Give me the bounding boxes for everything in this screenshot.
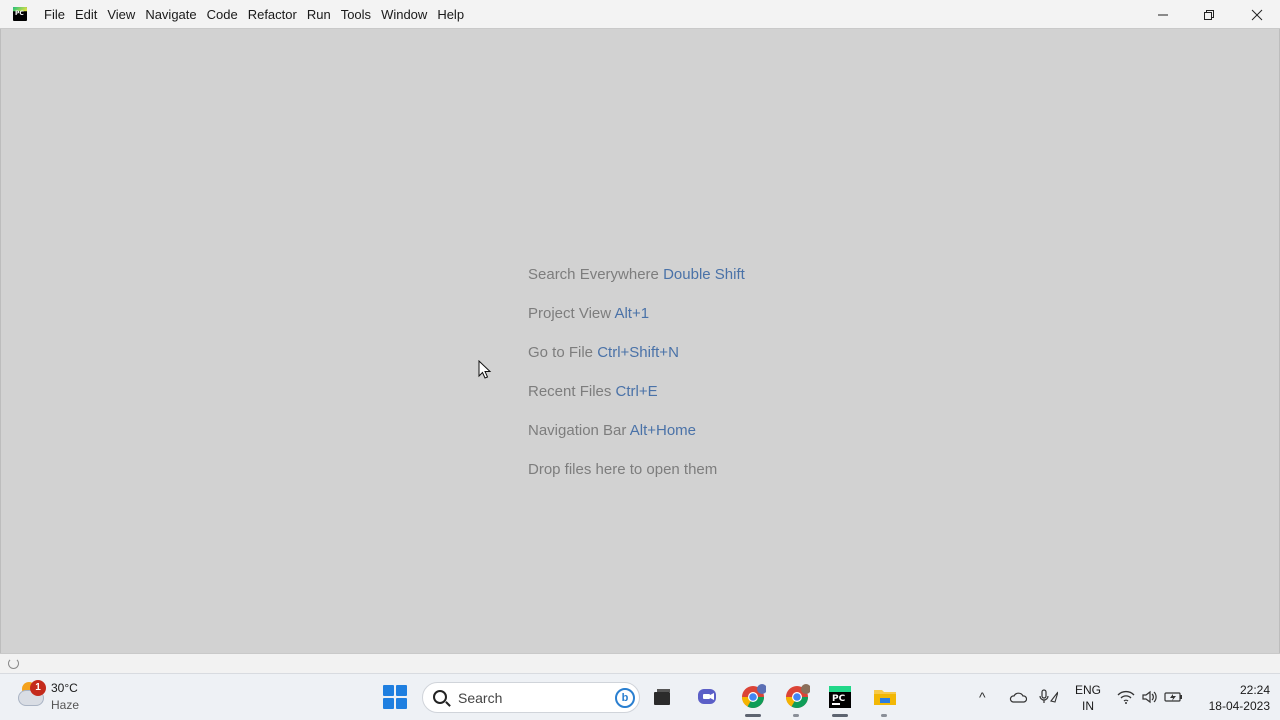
bing-icon[interactable]: b [615,688,635,708]
hint-shortcut: Double Shift [663,266,745,283]
restore-button[interactable] [1186,0,1232,29]
hint-drop-files: Drop files here to open them [528,460,745,499]
menu-tools[interactable]: Tools [336,0,376,29]
menu-run[interactable]: Run [302,0,336,29]
hint-go-to-file: Go to File Ctrl+Shift+N [528,343,745,382]
menu-edit[interactable]: Edit [70,0,102,29]
search-icon [433,690,447,704]
mouse-cursor-icon [478,360,492,379]
hint-label: Drop files here to open them [528,461,718,478]
clock-date: 18-04-2023 [1208,699,1270,713]
chrome-icon [742,684,766,708]
hint-navigation-bar: Navigation Bar Alt+Home [528,421,745,460]
hint-shortcut: Alt+1 [614,305,650,322]
menu-window[interactable]: Window [376,0,432,29]
notification-badge: 1 [30,680,46,696]
folder-app[interactable] [870,682,900,712]
language-indicator[interactable]: ENG IN [1070,682,1106,714]
menu-file[interactable]: File [39,0,70,29]
hint-shortcut: Alt+Home [629,422,697,439]
file-manager-app[interactable] [647,682,677,712]
loading-spinner-icon [8,658,19,669]
taskbar-search[interactable]: Search b [422,682,640,713]
hint-label: Recent Files [528,383,612,400]
battery-icon[interactable] [1164,687,1184,707]
pycharm-logo-icon[interactable] [13,7,27,21]
active-app-indicator [832,714,848,717]
start-button[interactable] [383,685,407,709]
start-icon [396,698,407,709]
start-icon [383,698,394,709]
search-placeholder: Search [458,690,503,706]
hint-label: Search Everywhere [528,266,659,283]
system-clock[interactable]: 22:24 18-04-2023 [1190,682,1270,714]
open-app-indicator [881,714,887,717]
menu-navigate[interactable]: Navigate [140,0,201,29]
teams-app[interactable] [693,682,723,712]
hint-search-everywhere: Search Everywhere Double Shift [528,265,745,304]
menu-help[interactable]: Help [432,0,469,29]
active-app-indicator [745,714,761,717]
hint-label: Navigation Bar [528,422,627,439]
hint-recent-files: Recent Files Ctrl+E [528,382,745,421]
welcome-hints: Search Everywhere Double Shift Project V… [528,265,745,499]
hint-shortcut: Ctrl+E [615,383,658,400]
file-explorer-icon [654,689,670,705]
status-bar [0,653,1280,673]
weather-temperature: 30°C [51,681,78,695]
pycharm-app[interactable]: PC [825,682,855,712]
hint-label: Go to File [528,344,594,361]
teams-icon [698,689,716,704]
minimize-button[interactable] [1140,0,1186,29]
weather-widget[interactable]: 1 30°C Haze [16,680,116,716]
menu-view[interactable]: View [102,0,140,29]
chrome-app[interactable] [738,682,768,712]
hint-shortcut: Ctrl+Shift+N [597,344,679,361]
editor-empty-area[interactable]: Search Everywhere Double Shift Project V… [0,29,1280,653]
chrome-profile-icon [786,684,810,708]
language-code: ENG [1074,683,1101,697]
start-icon [396,685,407,696]
hint-label: Project View [528,305,612,322]
chrome-profile-app[interactable] [782,682,812,712]
microphone-location-icon[interactable] [1038,687,1058,707]
hint-project-view: Project View Alt+1 [528,304,745,343]
menu-code[interactable]: Code [202,0,243,29]
close-icon [1251,9,1263,20]
start-icon [383,685,394,696]
open-app-indicator [793,714,799,717]
title-bar: File Edit View Navigate Code Refactor Ru… [0,0,1280,29]
windows-taskbar: 1 30°C Haze Search b PC ^ ENG IN 22:24 1… [0,673,1280,720]
minimize-icon [1158,14,1168,15]
svg-text:PC: PC [832,694,846,704]
weather-condition: Haze [51,698,80,712]
onedrive-icon[interactable] [1008,687,1028,707]
clock-time: 22:24 [1239,683,1270,697]
menu-refactor[interactable]: Refactor [243,0,302,29]
wifi-icon[interactable] [1116,687,1136,707]
volume-icon[interactable] [1140,687,1160,707]
tray-chevron-up-icon[interactable]: ^ [979,689,986,705]
folder-icon [874,690,896,705]
pycharm-icon: PC [829,686,851,708]
restore-icon [1204,9,1214,20]
region-code: IN [1082,699,1094,713]
close-button[interactable] [1234,0,1280,29]
